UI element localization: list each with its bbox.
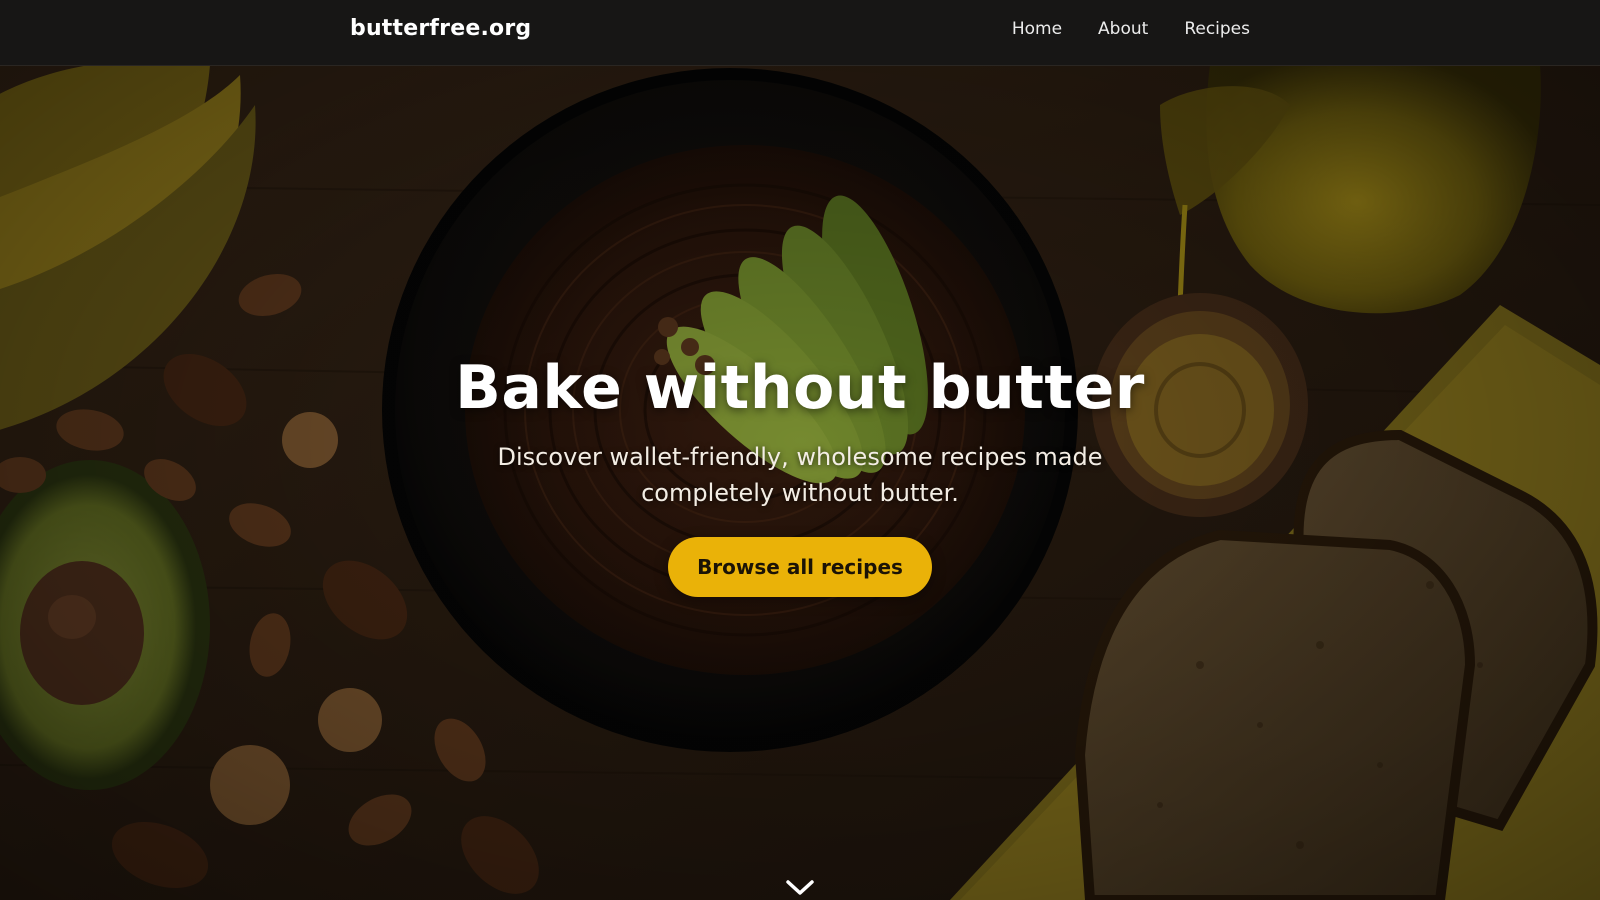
- site-logo-link[interactable]: butterfree.org: [350, 16, 531, 41]
- nav-link-home[interactable]: Home: [1012, 19, 1062, 39]
- hero-section: Bake without butter Discover wallet-frie…: [0, 65, 1600, 900]
- hero-subtitle: Discover wallet-friendly, wholesome reci…: [497, 443, 1103, 507]
- main-nav: Home About Recipes: [1012, 19, 1250, 39]
- chevron-down-icon[interactable]: [782, 875, 818, 899]
- browse-recipes-button[interactable]: Browse all recipes: [668, 537, 932, 597]
- hero-title: Bake without butter: [455, 353, 1145, 423]
- top-navbar: butterfree.org Home About Recipes: [0, 0, 1600, 66]
- nav-link-recipes[interactable]: Recipes: [1184, 19, 1250, 39]
- nav-link-about[interactable]: About: [1098, 19, 1148, 39]
- page: butterfree.org Home About Recipes Bake w…: [0, 0, 1600, 900]
- hero-content: Bake without butter Discover wallet-frie…: [0, 65, 1600, 900]
